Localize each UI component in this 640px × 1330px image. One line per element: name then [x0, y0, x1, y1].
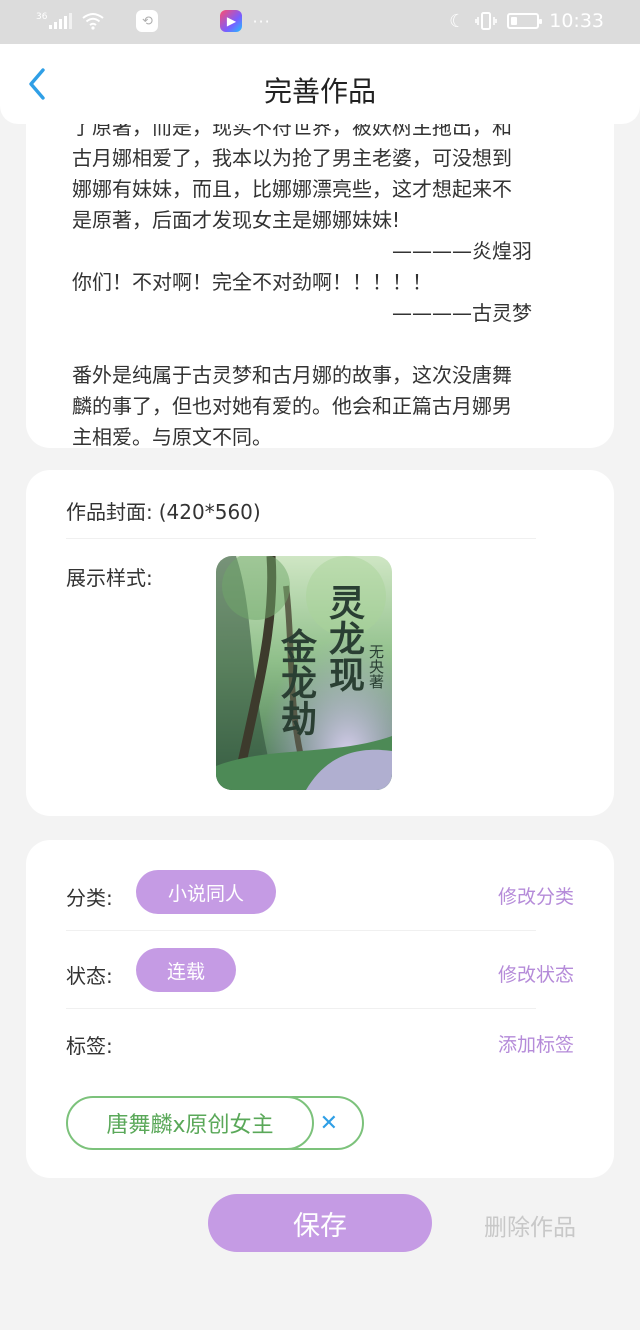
description-signature: ————古灵梦: [392, 301, 532, 325]
close-icon: ✕: [319, 1110, 338, 1136]
cover-size: (420*560): [158, 500, 261, 524]
description-line: 主相爱。与原文不同。: [72, 425, 272, 448]
category-label: 分类:: [66, 886, 113, 910]
vibrate-icon: [475, 12, 498, 30]
add-tag-link[interactable]: 添加标签: [498, 1030, 574, 1057]
cover-author: 无央著: [367, 644, 385, 689]
description-signature: ————炎煌羽: [392, 239, 532, 263]
description-text: 了原著，而是，现实不符世界，被妖树主拖出，和 古月娜相爱了，我本以为抢了男主老婆…: [72, 112, 572, 448]
meta-card: 分类: 小说同人 修改分类 状态: 连载 修改状态 标签: 添加标签 唐舞麟x原…: [26, 840, 614, 1178]
wifi-icon: [82, 13, 105, 30]
description-line: [72, 329, 572, 360]
network-type: 36: [36, 12, 48, 22]
cover-image[interactable]: 金龙劫 灵龙现 无央著: [216, 556, 392, 790]
cover-row[interactable]: 作品封面: (420*560): [66, 496, 261, 525]
save-button[interactable]: 保存: [208, 1194, 432, 1252]
description-line: 是原著，后面才发现女主是娜娜妹妹!: [72, 208, 401, 232]
tag-label[interactable]: 唐舞麟x原创女主: [66, 1096, 314, 1150]
page-title: 完善作品: [263, 75, 376, 108]
edit-status-link[interactable]: 修改状态: [498, 960, 574, 987]
description-line: 麟的事了，但也对她有爱的。他会和正篇古月娜男: [72, 394, 512, 418]
signal-icon: [49, 13, 73, 29]
more-icon: ···: [252, 11, 271, 31]
description-line: 你们！不对啊！完全不对劲啊！！！！！: [72, 270, 432, 294]
divider: [66, 538, 536, 539]
display-style-label: 展示样式:: [66, 566, 153, 590]
divider: [66, 1008, 536, 1009]
battery-icon: [507, 13, 543, 29]
cover-title-right: 灵龙现: [323, 584, 365, 692]
app-notification-icon: ⟲: [136, 10, 159, 32]
category-badge: 小说同人: [136, 870, 276, 914]
edit-category-link[interactable]: 修改分类: [498, 882, 574, 909]
tags-label: 标签:: [66, 1034, 113, 1058]
cover-art: 金龙劫 灵龙现 无央著: [216, 556, 392, 790]
delete-work-button[interactable]: 删除作品: [484, 1208, 576, 1242]
divider: [66, 930, 536, 931]
video-app-icon: ▶: [220, 10, 243, 32]
status-badge: 连载: [136, 948, 236, 992]
description-card: 了原著，而是，现实不符世界，被妖树主拖出，和 古月娜相爱了，我本以为抢了男主老婆…: [26, 100, 614, 448]
status-bar: 36 ⟲ ▶ ··· ☾ 10:33: [0, 0, 640, 44]
description-line: 古月娜相爱了，我本以为抢了男主老婆，可没想到: [72, 146, 512, 170]
cover-card: 作品封面: (420*560) 展示样式: 金龙劫 灵龙现 无央著: [26, 470, 614, 816]
status-label: 状态:: [66, 964, 113, 988]
top-bar: 完善作品: [0, 44, 640, 124]
cover-title-left: 金龙劫: [275, 627, 318, 736]
clock: 10:33: [549, 10, 604, 32]
description-line: 番外是纯属于古灵梦和古月娜的故事，这次没唐舞: [72, 363, 512, 387]
cover-label: 作品封面:: [66, 500, 153, 524]
description-line: 娜娜有妹妹，而且，比娜娜漂亮些，这才想起来不: [72, 177, 512, 201]
moon-icon: ☾: [449, 10, 466, 32]
